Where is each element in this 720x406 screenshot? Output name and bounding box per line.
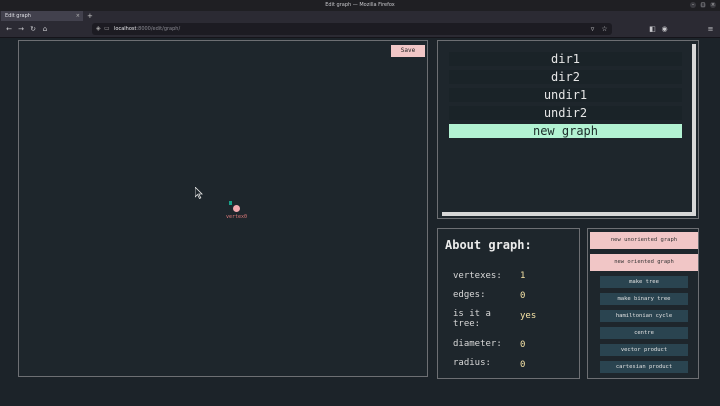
- navigation-bar: ← → ↻ ⌂ ◈ ▭ localhost:8000/edit/graph/ ▿…: [0, 21, 720, 38]
- tab-close-icon[interactable]: ×: [76, 11, 80, 21]
- home-icon[interactable]: ⌂: [40, 24, 50, 34]
- hamiltonian-cycle-button[interactable]: hamiltonian cycle: [600, 310, 688, 322]
- graph-vertex[interactable]: [233, 205, 240, 212]
- window-title: Edit graph — Mozilla Firefox: [325, 2, 395, 8]
- about-key-edges: edges:: [453, 290, 486, 300]
- graph-item-undir2[interactable]: undir2: [449, 106, 682, 120]
- vertex-label: vertex0: [226, 214, 248, 220]
- about-value-diameter: 0: [520, 340, 526, 350]
- save-button[interactable]: Save: [391, 45, 425, 57]
- about-key-is-tree: is it a tree:: [453, 309, 491, 329]
- about-value-is-tree: yes: [520, 311, 537, 321]
- graph-list-panel: dir1 dir2 undir1 undir2 new graph: [437, 40, 699, 219]
- graph-canvas[interactable]: Save vertex0: [18, 40, 428, 377]
- url-host: localhost: [114, 26, 137, 32]
- about-graph-panel: About graph: vertexes: 1 edges: 0 is it …: [437, 228, 580, 379]
- vector-product-button[interactable]: vector product: [600, 344, 688, 356]
- page-icon: ▭: [104, 25, 110, 32]
- close-window-icon[interactable]: ×: [710, 2, 716, 8]
- centre-button[interactable]: centre: [600, 327, 688, 339]
- make-tree-button[interactable]: make tree: [600, 276, 688, 288]
- forward-icon[interactable]: →: [16, 24, 26, 34]
- graph-list: dir1 dir2 undir1 undir2 new graph: [442, 44, 696, 216]
- minimize-icon[interactable]: –: [690, 2, 696, 8]
- about-value-radius: 0: [520, 360, 526, 370]
- make-binary-tree-button[interactable]: make binary tree: [600, 293, 688, 305]
- tab-edit-graph[interactable]: Edit graph ×: [1, 11, 83, 21]
- about-value-vertexes: 1: [520, 271, 526, 281]
- extensions-icon[interactable]: ◧: [648, 24, 657, 34]
- url-bar[interactable]: ◈ ▭ localhost:8000/edit/graph/: [92, 23, 612, 35]
- graph-item-new-graph[interactable]: new graph: [449, 124, 682, 138]
- about-value-edges: 0: [520, 291, 526, 301]
- graph-item-dir1[interactable]: dir1: [449, 52, 682, 66]
- mouse-cursor-icon: [195, 187, 203, 199]
- new-unoriented-graph-button[interactable]: new unoriented graph: [590, 232, 698, 249]
- new-oriented-graph-button[interactable]: new oriented graph: [590, 254, 698, 271]
- bookmark-icon[interactable]: ☆: [600, 24, 609, 34]
- shield-icon: ◈: [96, 25, 101, 32]
- about-key-diameter: diameter:: [453, 339, 502, 349]
- about-title: About graph:: [445, 238, 532, 252]
- pocket-icon[interactable]: ▿: [588, 24, 597, 34]
- url-path: :8000/edit/graph/: [136, 26, 181, 32]
- menu-icon[interactable]: ≡: [706, 24, 715, 34]
- maximize-icon[interactable]: □: [700, 2, 706, 8]
- tab-bar: Edit graph × +: [0, 11, 720, 21]
- cartesian-product-button[interactable]: cartesian product: [600, 361, 688, 373]
- reload-icon[interactable]: ↻: [28, 24, 38, 34]
- account-icon[interactable]: ◉: [660, 24, 669, 34]
- graph-item-undir1[interactable]: undir1: [449, 88, 682, 102]
- graph-item-dir2[interactable]: dir2: [449, 70, 682, 84]
- back-icon[interactable]: ←: [4, 24, 14, 34]
- graph-actions-panel: new unoriented graph new oriented graph …: [587, 228, 699, 379]
- window-titlebar: Edit graph — Mozilla Firefox – □ ×: [0, 0, 720, 11]
- new-tab-button[interactable]: +: [87, 11, 93, 21]
- vertex-drag-handle[interactable]: [229, 201, 232, 205]
- about-key-vertexes: vertexes:: [453, 271, 502, 281]
- about-key-radius: radius:: [453, 358, 491, 368]
- tab-title: Edit graph: [5, 13, 31, 19]
